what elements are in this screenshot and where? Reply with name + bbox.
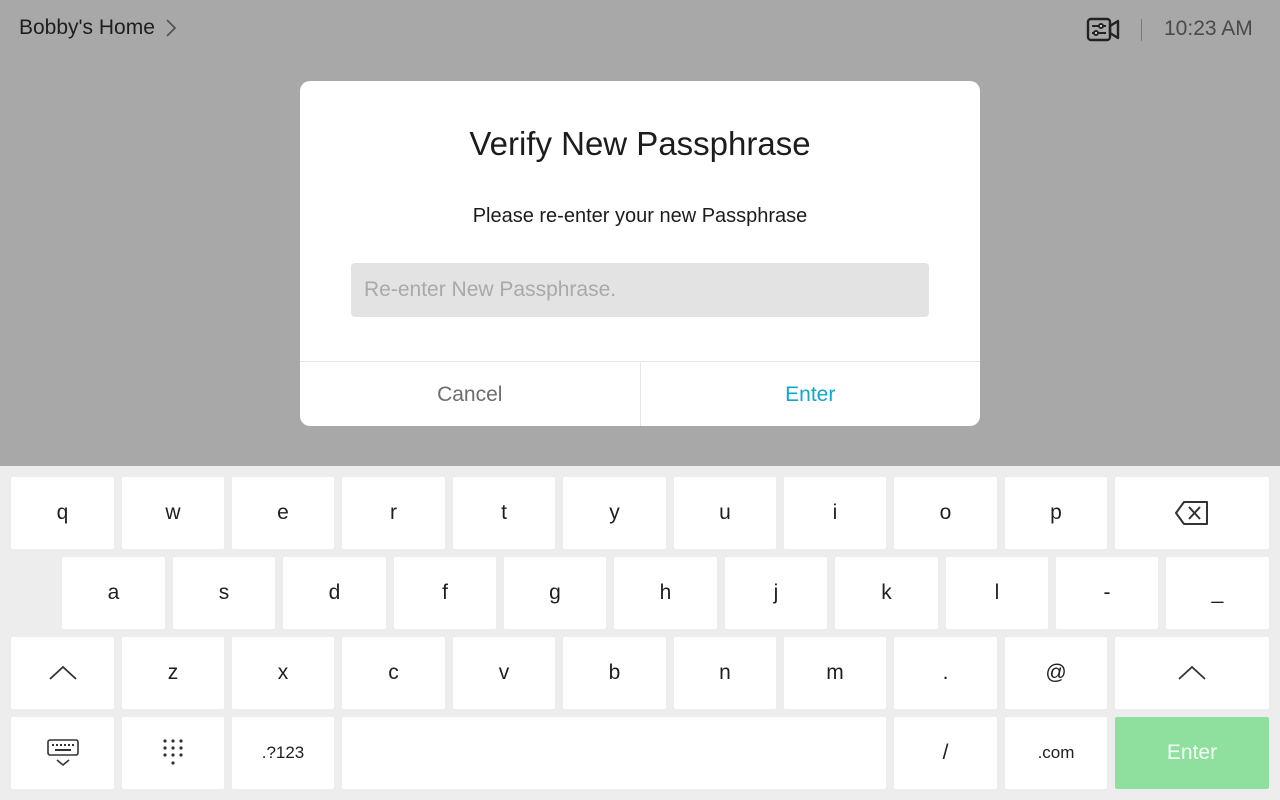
key-k[interactable]: k	[835, 557, 938, 629]
key-g[interactable]: g	[504, 557, 606, 629]
key-m[interactable]: m	[784, 637, 886, 709]
key-t[interactable]: t	[453, 477, 555, 549]
key-l[interactable]: l	[946, 557, 1048, 629]
key-at[interactable]: @	[1005, 637, 1107, 709]
keyboard-enter-key[interactable]: Enter	[1115, 717, 1269, 789]
enter-button[interactable]: Enter	[641, 362, 981, 426]
key-hyphen[interactable]: -	[1056, 557, 1158, 629]
passphrase-input[interactable]	[351, 263, 929, 317]
key-i[interactable]: i	[784, 477, 886, 549]
key-a[interactable]: a	[62, 557, 165, 629]
camera-controls-icon[interactable]	[1085, 14, 1121, 46]
cancel-button[interactable]: Cancel	[300, 362, 641, 426]
header-divider	[1141, 19, 1142, 41]
key-w[interactable]: w	[122, 477, 224, 549]
key-p[interactable]: p	[1005, 477, 1107, 549]
key-period[interactable]: .	[894, 637, 997, 709]
key-z[interactable]: z	[122, 637, 224, 709]
home-label: Bobby's Home	[19, 16, 155, 39]
key-underscore[interactable]: _	[1166, 557, 1269, 629]
dotcom-key[interactable]: .com	[1005, 717, 1107, 789]
key-c[interactable]: c	[342, 637, 445, 709]
key-y[interactable]: y	[563, 477, 666, 549]
shift-key-right[interactable]	[1115, 637, 1269, 709]
hide-keyboard-key[interactable]	[11, 717, 114, 789]
on-screen-keyboard: q w e r t y u i o p a s d f g h j k l - …	[0, 466, 1280, 800]
key-j[interactable]: j	[725, 557, 827, 629]
keypad-icon	[161, 738, 185, 768]
key-u[interactable]: u	[674, 477, 776, 549]
key-n[interactable]: n	[674, 637, 776, 709]
key-r[interactable]: r	[342, 477, 445, 549]
top-bar: Bobby's Home 10:23 AM	[0, 0, 1280, 60]
shift-icon	[1177, 665, 1207, 681]
key-v[interactable]: v	[453, 637, 555, 709]
hide-keyboard-icon	[46, 738, 80, 768]
key-h[interactable]: h	[614, 557, 717, 629]
keypad-key[interactable]	[122, 717, 224, 789]
clock: 10:23 AM	[1164, 17, 1253, 40]
key-q[interactable]: q	[11, 477, 114, 549]
symbols-key[interactable]: .?123	[232, 717, 334, 789]
key-x[interactable]: x	[232, 637, 334, 709]
key-slash[interactable]: /	[894, 717, 997, 789]
dialog-actions: Cancel Enter	[300, 361, 980, 426]
verify-passphrase-dialog: Verify New Passphrase Please re-enter yo…	[300, 81, 980, 426]
shift-key-left[interactable]	[11, 637, 114, 709]
dialog-subtitle: Please re-enter your new Passphrase	[472, 205, 808, 227]
shift-icon	[48, 665, 78, 681]
key-e[interactable]: e	[232, 477, 334, 549]
backspace-key[interactable]	[1115, 477, 1269, 549]
key-o[interactable]: o	[894, 477, 997, 549]
backspace-icon	[1174, 500, 1210, 526]
key-d[interactable]: d	[283, 557, 386, 629]
key-f[interactable]: f	[394, 557, 496, 629]
home-breadcrumb[interactable]: Bobby's Home	[19, 16, 179, 40]
key-s[interactable]: s	[173, 557, 275, 629]
space-key[interactable]	[342, 717, 886, 789]
chevron-right-icon	[163, 17, 179, 39]
dialog-title: Verify New Passphrase	[469, 125, 811, 162]
key-b[interactable]: b	[563, 637, 666, 709]
